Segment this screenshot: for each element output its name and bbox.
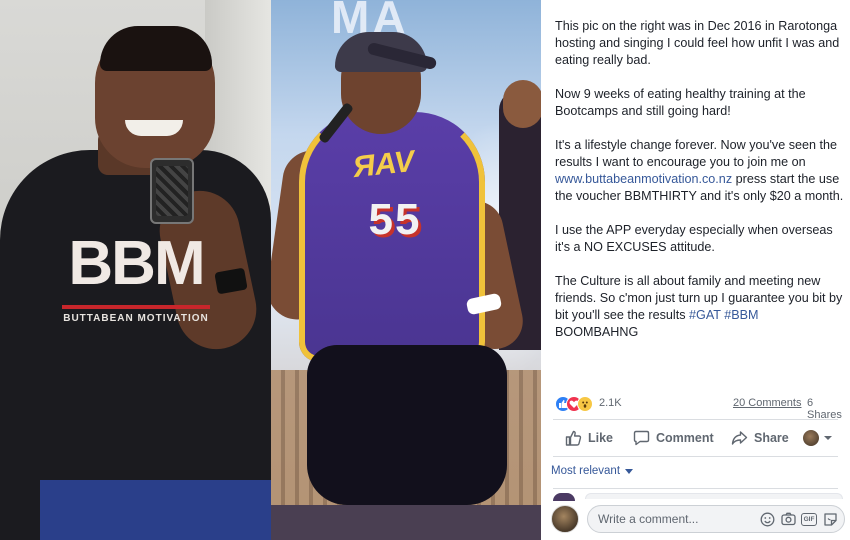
reaction-identity-selector[interactable] [803,428,839,448]
wow-icon [577,396,593,412]
divider [553,419,838,420]
share-button[interactable]: Share [731,428,789,448]
background-person-head [503,80,541,128]
blue-shorts [40,480,271,540]
divider [553,456,838,457]
post-actions: Like Comment Share [553,424,843,452]
comment-bubble-icon [633,430,650,446]
post-paragraph: Now 9 weeks of eating healthy training a… [555,87,806,118]
shirt-logo: BBM [68,229,205,298]
hair [100,26,212,71]
comment-box[interactable]: GIF [587,505,845,533]
post-paragraph: The Culture is all about family and meet… [555,273,845,341]
comment-label: Comment [656,431,714,445]
post-photo[interactable]: BBM BUTTABEAN MOTIVATION MA ЯAV 55 [0,0,541,540]
comment-composer: GIF [551,503,846,537]
hashtag-gat[interactable]: #GAT [689,308,721,322]
shares-count[interactable]: 6 Shares [807,397,842,421]
chevron-down-icon [824,436,832,440]
jersey-number: 55 [368,195,422,244]
post-text-span: BOOMBAHNG [555,325,639,339]
comment-input[interactable] [598,506,748,532]
black-shorts [307,345,507,505]
shirt-logo-bar [62,305,210,309]
shirt-print: BBM BUTTABEAN MOTIVATION [62,225,210,335]
caret-down-icon [625,468,634,474]
avatar [803,430,819,446]
share-arrow-icon [731,431,748,445]
previous-comment-bubble [585,493,843,499]
camera-icon[interactable] [780,511,796,527]
before-photo: BBM BUTTABEAN MOTIVATION [0,0,271,540]
after-photo: MA ЯAV 55 [271,0,541,540]
comment-tools: GIF [754,511,838,527]
emoji-icon[interactable] [759,511,775,527]
divider [553,488,838,489]
post-body: This pic on the right was in Dec 2016 in… [555,18,845,358]
phone [150,158,194,224]
hashtag-bbm[interactable]: #BBM [724,308,758,322]
thumbs-up-icon [565,430,582,446]
post-sidebar: This pic on the right was in Dec 2016 in… [541,0,850,540]
avatar[interactable] [551,505,579,533]
comment-sort-dropdown[interactable]: Most relevant [551,465,634,477]
reactions-bar: 2.1K 20 Comments 6 Shares [555,395,842,421]
like-button[interactable]: Like [565,428,613,448]
post-paragraph: This pic on the right was in Dec 2016 in… [555,19,840,67]
website-link[interactable]: www.buttabeanmotivation.co.nz [555,172,732,186]
share-label: Share [754,431,789,445]
sort-label: Most relevant [551,465,621,477]
stage-floor [271,505,541,540]
sticker-icon[interactable] [822,511,838,527]
smile [125,120,183,136]
post-text-span: It's a lifestyle change forever. Now you… [555,138,838,169]
shirt-logo-text: BUTTABEAN MOTIVATION [63,313,209,324]
previous-comment-avatar [553,493,575,501]
reaction-count[interactable]: 2.1K [599,397,622,409]
comments-count-link[interactable]: 20 Comments [733,397,801,409]
like-label: Like [588,431,614,445]
post-paragraph: It's a lifestyle change forever. Now you… [555,137,845,205]
comment-button[interactable]: Comment [633,428,714,448]
gif-icon[interactable]: GIF [801,511,817,527]
post-paragraph: I use the APP everyday especially when o… [555,223,833,254]
